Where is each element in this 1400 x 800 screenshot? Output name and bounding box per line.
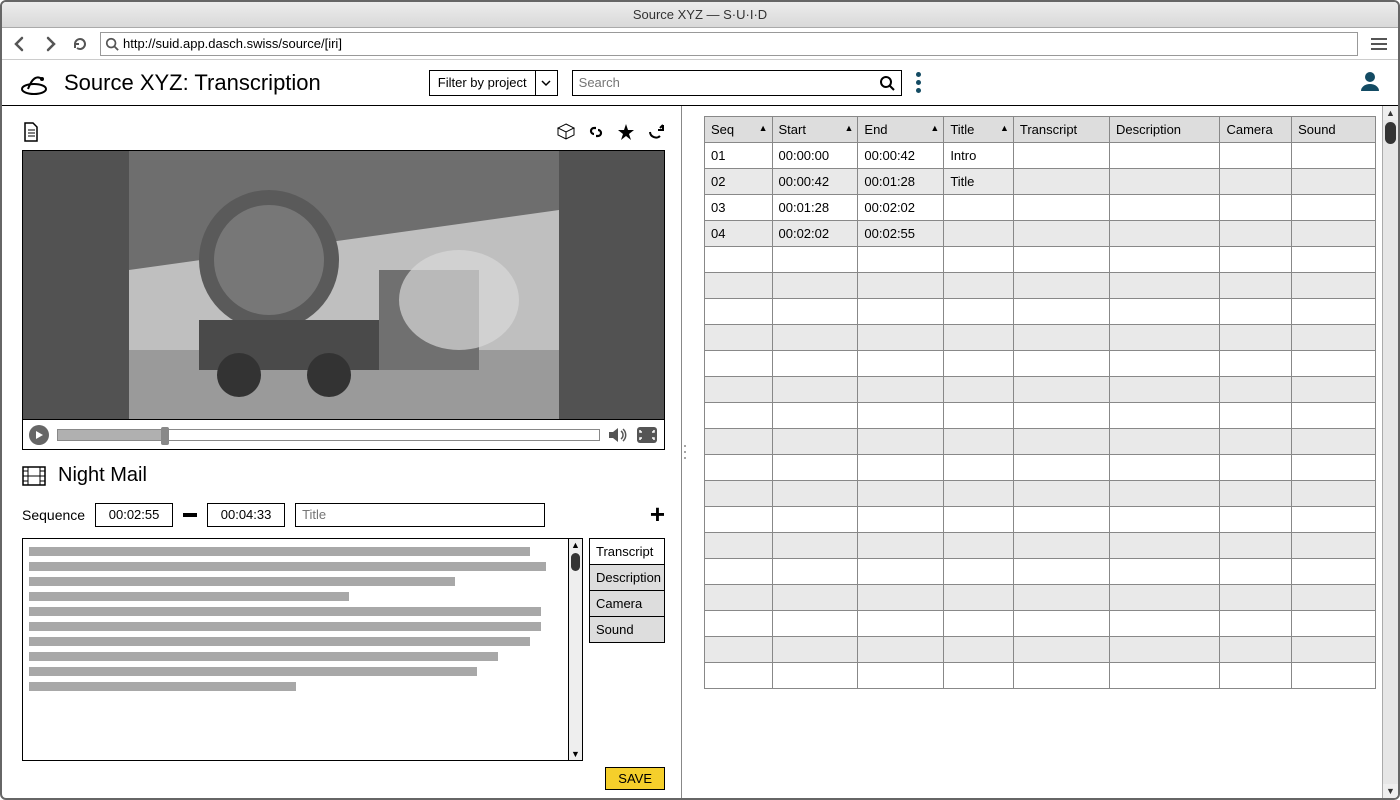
link-icon[interactable] [587,123,605,141]
search-icon [879,75,895,91]
col-description: Description [1110,117,1220,143]
table-row-empty [705,481,1376,507]
search-box[interactable] [572,70,902,96]
main-content: Night Mail Sequence + [2,106,1398,798]
url-bar[interactable] [100,32,1358,56]
film-title-row: Night Mail [22,464,665,487]
left-pane: Night Mail Sequence + [2,106,682,798]
col-transcript: Transcript [1013,117,1109,143]
right-pane: Seq▲Start▲End▲Title▲TranscriptDescriptio… [688,106,1398,798]
table-row-empty [705,273,1376,299]
table-row-empty [705,559,1376,585]
search-icon [105,37,119,51]
table-row[interactable]: 0100:00:0000:00:42Intro [705,143,1376,169]
left-toolbar [22,118,665,146]
table-row-empty [705,507,1376,533]
editor-scrollbar[interactable]: ▲ ▼ [568,539,582,760]
add-sequence-button[interactable]: + [650,499,665,530]
project-filter[interactable]: Filter by project [429,70,558,96]
table-row-empty [705,637,1376,663]
page-title: Source XYZ: Transcription [64,70,321,96]
url-input[interactable] [123,36,1353,51]
editor-tab-transcript[interactable]: Transcript [590,539,664,565]
editor-tab-camera[interactable]: Camera [590,591,664,617]
save-button[interactable]: SAVE [605,767,665,790]
col-end[interactable]: End▲ [858,117,944,143]
editor-tab-sound[interactable]: Sound [590,617,664,642]
video-controls [23,419,664,449]
window-title: Source XYZ — S·U·I·D [633,7,767,22]
sequence-table: Seq▲Start▲End▲Title▲TranscriptDescriptio… [704,116,1376,689]
col-seq[interactable]: Seq▲ [705,117,773,143]
table-row-empty [705,351,1376,377]
fullscreen-icon[interactable] [636,426,658,444]
cube-icon[interactable] [557,123,575,141]
star-icon[interactable] [617,123,635,141]
table-row-empty [705,299,1376,325]
play-button[interactable] [29,425,49,445]
table-row[interactable]: 0300:01:2800:02:02 [705,195,1376,221]
video-progress[interactable] [57,429,600,441]
more-options-button[interactable] [916,72,921,93]
table-row-empty [705,455,1376,481]
back-button[interactable] [10,34,30,54]
sequence-row: Sequence + [22,499,665,530]
dash-icon [183,513,197,517]
app-logo-icon [18,69,50,97]
editor-tabs: TranscriptDescriptionCameraSound [589,538,665,643]
editor-tab-description[interactable]: Description [590,565,664,591]
forward-button[interactable] [40,34,60,54]
sequence-title-input[interactable] [295,503,545,527]
film-title: Night Mail [58,464,147,487]
user-icon[interactable] [1358,69,1382,96]
chevron-down-icon [535,71,557,95]
share-icon[interactable] [647,123,665,141]
table-row-empty [705,377,1376,403]
film-icon [22,466,46,486]
video-frame [23,151,664,419]
col-camera: Camera [1220,117,1292,143]
app-window: Source XYZ — S·U·I·D Source XYZ: Transcr… [0,0,1400,800]
document-icon[interactable] [22,122,40,142]
progress-handle[interactable] [161,427,169,445]
editor-row: ▲ ▼ TranscriptDescriptionCameraSound [22,538,665,761]
menu-button[interactable] [1368,33,1390,55]
transcript-editor[interactable]: ▲ ▼ [22,538,583,761]
sequence-end-input[interactable] [207,503,285,527]
table-row-empty [705,663,1376,689]
table-row-empty [705,429,1376,455]
sequence-start-input[interactable] [95,503,173,527]
table-row-empty [705,247,1376,273]
table-row-empty [705,533,1376,559]
col-start[interactable]: Start▲ [772,117,858,143]
search-input[interactable] [579,75,875,90]
table-row[interactable]: 0200:00:4200:01:28Title [705,169,1376,195]
sequence-table-wrap: Seq▲Start▲End▲Title▲TranscriptDescriptio… [688,106,1382,798]
table-row-empty [705,611,1376,637]
editor-textarea[interactable] [23,539,568,760]
col-sound: Sound [1292,117,1376,143]
table-row-empty [705,325,1376,351]
browser-navbar [2,28,1398,60]
table-row[interactable]: 0400:02:0200:02:55 [705,221,1376,247]
video-player [22,150,665,450]
right-scrollbar[interactable]: ▲ ▼ [1382,106,1398,798]
col-title[interactable]: Title▲ [944,117,1014,143]
window-titlebar: Source XYZ — S·U·I·D [2,2,1398,28]
volume-icon[interactable] [608,426,628,444]
sequence-label: Sequence [22,507,85,523]
table-row-empty [705,403,1376,429]
reload-button[interactable] [70,34,90,54]
filter-label: Filter by project [430,75,535,90]
app-header: Source XYZ: Transcription Filter by proj… [2,60,1398,106]
table-row-empty [705,585,1376,611]
